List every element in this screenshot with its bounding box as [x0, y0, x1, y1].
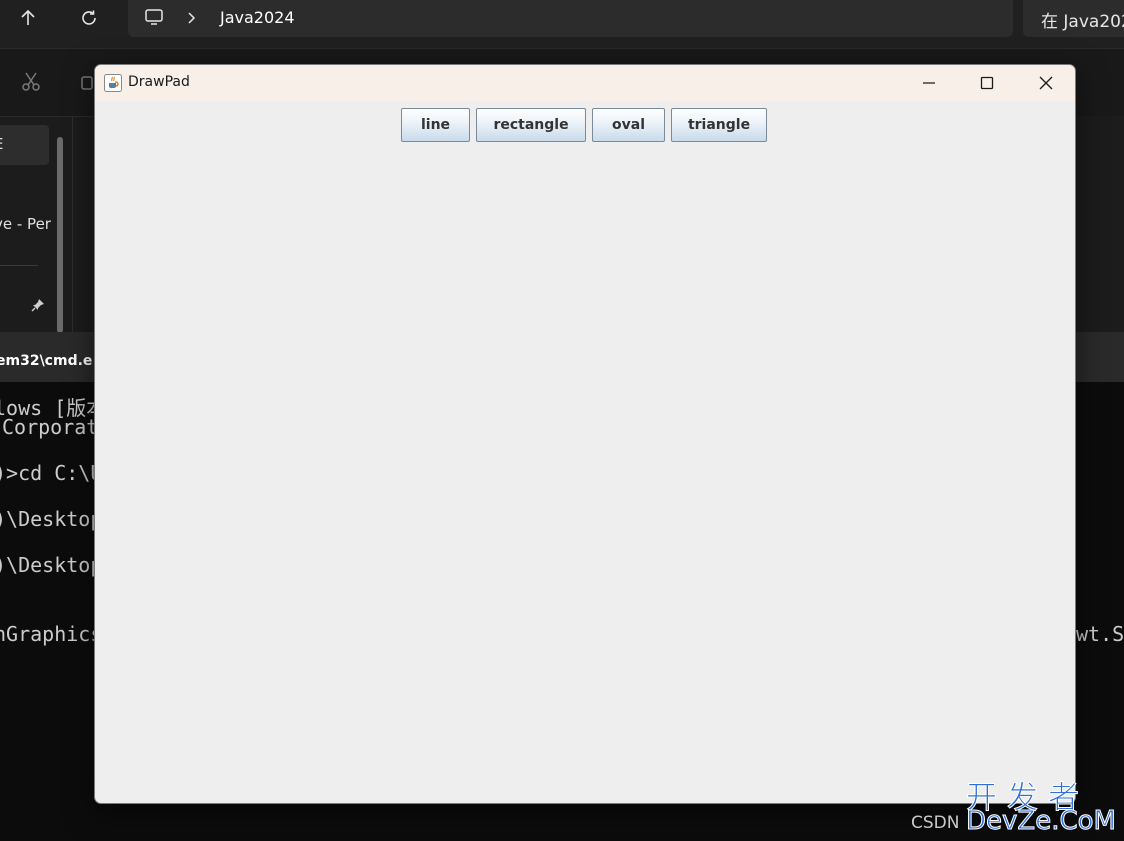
arrow-up-icon[interactable]: [10, 6, 46, 30]
console-line: )>cd C:\U: [0, 461, 103, 485]
sidebar-scrollbar[interactable]: [57, 137, 63, 333]
drawing-canvas[interactable]: [95, 145, 1075, 803]
console-line: )\Desktop: [0, 553, 103, 577]
oval-button[interactable]: oval: [592, 108, 665, 142]
watermark-site: DevZe.CoM: [966, 806, 1117, 837]
chevron-right-icon: [186, 10, 196, 29]
java-app-icon: [104, 74, 122, 92]
watermark-csdn: CSDN: [911, 813, 960, 833]
triangle-button[interactable]: triangle: [671, 108, 767, 142]
refresh-icon[interactable]: [71, 6, 107, 30]
sidebar-item-onedrive[interactable]: ve - Per: [0, 215, 51, 233]
address-bar[interactable]: Java2024: [128, 0, 1013, 37]
console-line: )\Desktop: [0, 507, 103, 531]
drawpad-title-bar[interactable]: DrawPad: [95, 65, 1075, 101]
explorer-sidebar: E ve - Per: [0, 116, 94, 333]
explorer-toolbar: Java2024 在 Java202: [0, 0, 1124, 48]
line-button[interactable]: line: [401, 108, 470, 142]
console-line: Corporat: [2, 415, 99, 439]
scissors-icon[interactable]: [20, 71, 42, 97]
drawpad-window: DrawPad line rectangle oval triangle: [94, 64, 1076, 804]
console-line: nGraphics: [0, 622, 103, 646]
minimize-icon[interactable]: [900, 65, 958, 101]
address-path[interactable]: Java2024: [220, 8, 295, 27]
sidebar-border: [72, 117, 73, 333]
close-icon[interactable]: [1017, 65, 1075, 101]
search-placeholder: 在 Java202: [1041, 12, 1124, 32]
monitor-icon: [144, 7, 164, 31]
sidebar-divider: [0, 265, 38, 266]
cmd-title: em32\cmd.e: [0, 353, 93, 369]
window-title: DrawPad: [128, 74, 190, 90]
sidebar-item-selected[interactable]: E: [0, 125, 49, 165]
pin-icon[interactable]: [30, 297, 46, 317]
search-input[interactable]: 在 Java202: [1023, 0, 1124, 37]
maximize-icon[interactable]: [958, 65, 1016, 101]
shape-toolbar: line rectangle oval triangle: [95, 101, 1075, 145]
rectangle-button[interactable]: rectangle: [476, 108, 586, 142]
console-line-fragment: wt.Sy: [1076, 622, 1124, 646]
